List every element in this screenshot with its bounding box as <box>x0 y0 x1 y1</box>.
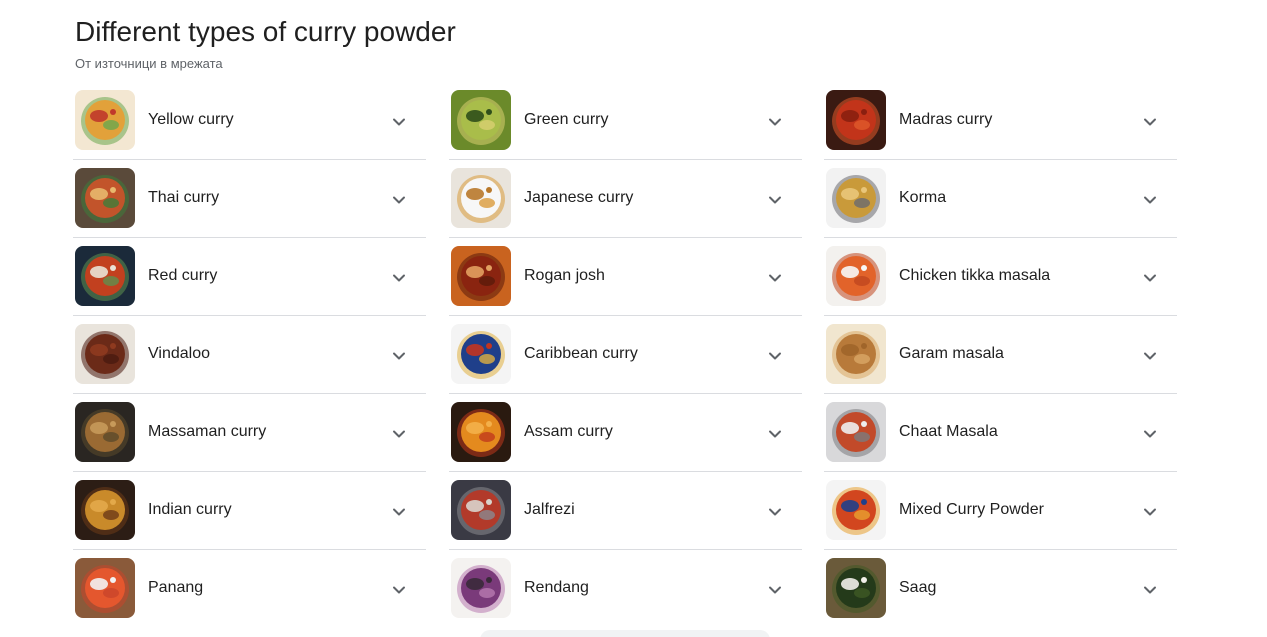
chevron-down-icon[interactable] <box>765 424 785 444</box>
page-title: Different types of curry powder <box>75 16 456 47</box>
curry-item-label: Mixed Curry Powder <box>899 501 1044 518</box>
curry-item-row[interactable]: Yellow curry <box>73 82 426 160</box>
chevron-down-icon[interactable] <box>765 112 785 132</box>
caribbean-curry-image <box>451 324 511 384</box>
panang-image <box>75 558 135 618</box>
curry-item-row[interactable]: Korma <box>824 160 1177 238</box>
more-button[interactable] <box>480 630 770 637</box>
chevron-down-icon[interactable] <box>389 268 409 288</box>
curry-item-row[interactable]: Jalfrezi <box>449 472 802 550</box>
chevron-down-icon[interactable] <box>389 190 409 210</box>
curry-item-label: Saag <box>899 579 937 596</box>
curry-types-panel: Different types of curry powder От източ… <box>0 0 1267 637</box>
curry-item-row[interactable]: Rendang <box>449 550 802 628</box>
chevron-down-icon[interactable] <box>1140 580 1160 600</box>
curry-item-label: Indian curry <box>148 501 232 518</box>
curry-item-label: Yellow curry <box>148 111 234 128</box>
garam-masala-image <box>826 324 886 384</box>
chevron-down-icon[interactable] <box>1140 346 1160 366</box>
chevron-down-icon[interactable] <box>765 190 785 210</box>
chevron-down-icon[interactable] <box>1140 502 1160 522</box>
chevron-down-icon[interactable] <box>765 346 785 366</box>
curry-item-row[interactable]: Thai curry <box>73 160 426 238</box>
curry-item-row[interactable]: Garam masala <box>824 316 1177 394</box>
curry-item-label: Vindaloo <box>148 345 210 362</box>
chevron-down-icon[interactable] <box>389 346 409 366</box>
indian-curry-image <box>75 480 135 540</box>
curry-item-row[interactable]: Rogan josh <box>449 238 802 316</box>
curry-item-label: Japanese curry <box>524 189 634 206</box>
curry-item-row[interactable]: Chaat Masala <box>824 394 1177 472</box>
curry-item-row[interactable]: Panang <box>73 550 426 628</box>
chaat-masala-image <box>826 402 886 462</box>
curry-item-row[interactable]: Green curry <box>449 82 802 160</box>
column-2: Green curry Japanese curry Rogan josh Carib… <box>449 82 802 628</box>
chevron-down-icon[interactable] <box>389 580 409 600</box>
curry-item-row[interactable]: Mixed Curry Powder <box>824 472 1177 550</box>
curry-item-label: Garam masala <box>899 345 1004 362</box>
curry-item-label: Massaman curry <box>148 423 267 440</box>
curry-item-row[interactable]: Vindaloo <box>73 316 426 394</box>
curry-item-row[interactable]: Massaman curry <box>73 394 426 472</box>
curry-item-row[interactable]: Red curry <box>73 238 426 316</box>
chevron-down-icon[interactable] <box>389 502 409 522</box>
chevron-down-icon[interactable] <box>765 502 785 522</box>
curry-item-label: Caribbean curry <box>524 345 638 362</box>
chevron-down-icon[interactable] <box>765 580 785 600</box>
chevron-down-icon[interactable] <box>389 112 409 132</box>
red-curry-image <box>75 246 135 306</box>
yellow-curry-image <box>75 90 135 150</box>
curry-item-row[interactable]: Chicken tikka masala <box>824 238 1177 316</box>
curry-item-row[interactable]: Japanese curry <box>449 160 802 238</box>
curry-item-label: Jalfrezi <box>524 501 575 518</box>
chevron-down-icon[interactable] <box>1140 424 1160 444</box>
curry-item-row[interactable]: Madras curry <box>824 82 1177 160</box>
curry-item-row[interactable]: Saag <box>824 550 1177 628</box>
curry-item-label: Korma <box>899 189 947 206</box>
massaman-curry-image <box>75 402 135 462</box>
mixed-curry-powder-image <box>826 480 886 540</box>
saag-image <box>826 558 886 618</box>
curry-item-label: Rogan josh <box>524 267 605 284</box>
curry-item-label: Red curry <box>148 267 218 284</box>
madras-curry-image <box>826 90 886 150</box>
source-subtitle: От източници в мрежата <box>75 56 223 71</box>
curry-item-label: Thai curry <box>148 189 220 206</box>
curry-item-row[interactable]: Assam curry <box>449 394 802 472</box>
curry-item-label: Madras curry <box>899 111 993 128</box>
curry-item-label: Chaat Masala <box>899 423 998 440</box>
jalfrezi-image <box>451 480 511 540</box>
thai-curry-image <box>75 168 135 228</box>
curry-item-label: Assam curry <box>524 423 613 440</box>
korma-image <box>826 168 886 228</box>
curry-item-label: Chicken tikka masala <box>899 267 1051 284</box>
chevron-down-icon[interactable] <box>765 268 785 288</box>
rendang-image <box>451 558 511 618</box>
chicken-tikka-masala-image <box>826 246 886 306</box>
chevron-down-icon[interactable] <box>1140 190 1160 210</box>
vindaloo-image <box>75 324 135 384</box>
chevron-down-icon[interactable] <box>1140 268 1160 288</box>
curry-item-row[interactable]: Indian curry <box>73 472 426 550</box>
curry-item-row[interactable]: Caribbean curry <box>449 316 802 394</box>
column-1: Yellow curry Thai curry Red curry Vindaloo M… <box>73 82 426 628</box>
curry-item-label: Panang <box>148 579 204 596</box>
chevron-down-icon[interactable] <box>389 424 409 444</box>
assam-curry-image <box>451 402 511 462</box>
column-3: Madras curry Korma Chicken tikka masala Gar… <box>824 82 1177 628</box>
curry-item-label: Rendang <box>524 579 589 596</box>
green-curry-image <box>451 90 511 150</box>
japanese-curry-image <box>451 168 511 228</box>
rogan-josh-image <box>451 246 511 306</box>
chevron-down-icon[interactable] <box>1140 112 1160 132</box>
curry-item-label: Green curry <box>524 111 609 128</box>
